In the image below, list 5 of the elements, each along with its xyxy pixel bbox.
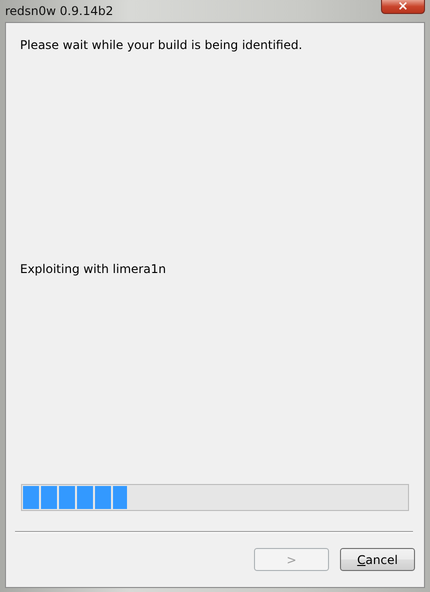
window-title: redsn0w 0.9.14b2: [5, 4, 114, 18]
status-text: Exploiting with limera1n: [20, 262, 167, 276]
close-button[interactable]: ×: [381, 0, 425, 14]
cancel-button[interactable]: Cancel: [340, 548, 415, 571]
message-text: Please wait while your build is being identified.: [20, 38, 304, 52]
